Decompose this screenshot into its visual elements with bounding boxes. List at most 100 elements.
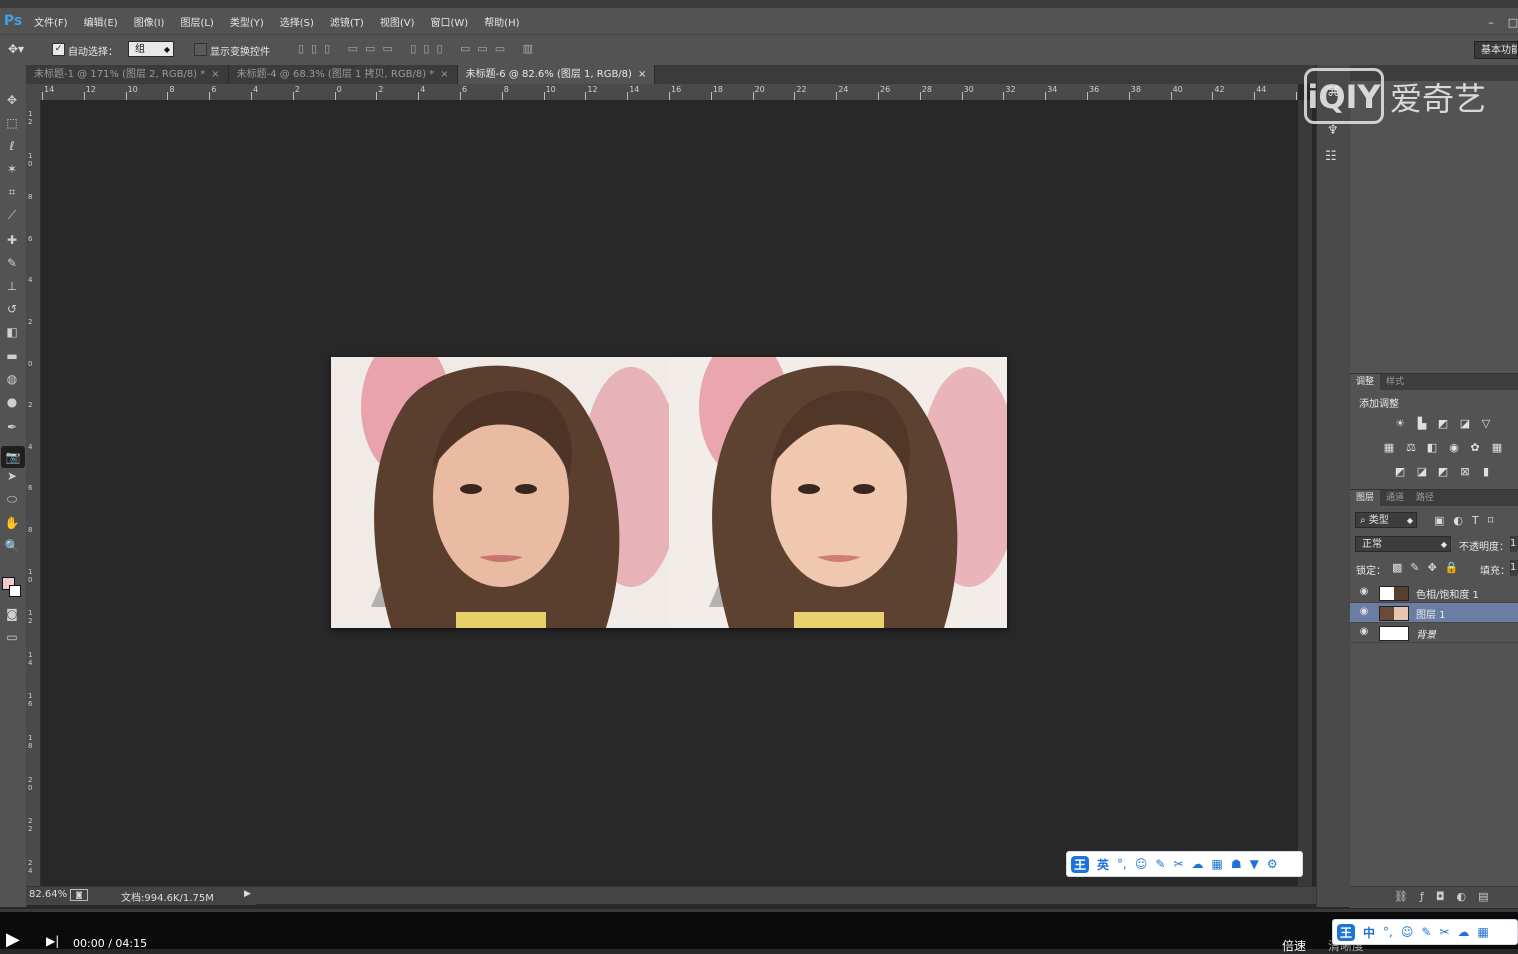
screen-mode-icon[interactable]: ▭: [2, 628, 22, 646]
workspace-switcher[interactable]: 基本功能: [1474, 41, 1518, 59]
hue-saturation-icon[interactable]: ▦: [1382, 442, 1396, 454]
zoom-tool-icon[interactable]: 🔍: [2, 537, 22, 555]
tab-adjustments[interactable]: 调整: [1350, 374, 1381, 390]
close-icon[interactable]: ×: [211, 69, 219, 80]
menu-image[interactable]: 图像(I): [126, 14, 173, 29]
progress-track[interactable]: [0, 909, 1518, 912]
layer-filter-dropdown[interactable]: ⌕ 类型 ◆: [1355, 512, 1417, 528]
color-balance-icon[interactable]: ⚖: [1404, 442, 1418, 454]
tab-untitled-6[interactable]: 未标题-6 @ 82.6% (图层 1, RGB/8) ×: [457, 65, 656, 84]
keyboard-icon[interactable]: ▦: [1478, 925, 1489, 939]
vertical-scrollbar[interactable]: [1298, 100, 1312, 886]
menu-type[interactable]: 类型(Y): [222, 14, 272, 29]
cloud-icon[interactable]: ☁: [1458, 925, 1470, 939]
tab-styles[interactable]: 样式: [1380, 374, 1410, 390]
emoji-icon[interactable]: ☺: [1401, 925, 1414, 939]
auto-select-checkbox[interactable]: ✓: [52, 43, 65, 56]
menu-layer[interactable]: 图层(L): [172, 14, 221, 29]
menu-window[interactable]: 窗口(W): [422, 14, 476, 29]
magic-wand-icon[interactable]: ✶: [2, 160, 22, 178]
properties-icon[interactable]: ☷: [1325, 149, 1337, 164]
ime-lang-toggle[interactable]: 英: [1097, 856, 1109, 873]
tab-untitled-1[interactable]: 未标题-1 @ 171% (图层 2, RGB/8) * ×: [26, 65, 229, 84]
next-icon[interactable]: ▶|: [46, 934, 59, 948]
lasso-tool-icon[interactable]: ℓ: [2, 137, 22, 155]
gradient-map-icon[interactable]: ▮: [1479, 466, 1493, 478]
fill-input[interactable]: 1: [1510, 560, 1518, 576]
photo-filter-icon[interactable]: ◉: [1447, 442, 1461, 454]
threshold-icon[interactable]: ◩: [1436, 466, 1450, 478]
close-icon[interactable]: ×: [638, 69, 646, 80]
user-icon[interactable]: ☗: [1231, 857, 1242, 871]
channel-mixer-icon[interactable]: ✿: [1468, 442, 1482, 454]
handwrite-icon[interactable]: ✎: [1421, 925, 1431, 939]
layer-row[interactable]: ◉ 色相/饱和度 1: [1350, 583, 1518, 603]
brightness-icon[interactable]: ☀: [1393, 418, 1407, 430]
layer-row[interactable]: ◉ 图层 1: [1350, 603, 1518, 623]
tab-untitled-4[interactable]: 未标题-4 @ 68.3% (图层 1 拷贝, RGB/8) * ×: [228, 65, 458, 84]
crop-tool-icon[interactable]: ⌗: [2, 183, 22, 201]
punctuation-icon[interactable]: °,: [1383, 925, 1393, 939]
menu-file[interactable]: 文件(F): [26, 14, 76, 29]
ellipse-tool-icon[interactable]: ⬭: [2, 490, 22, 508]
layer-row[interactable]: ◉ 背景: [1350, 623, 1518, 643]
gradient-tool-icon[interactable]: ▬: [2, 347, 22, 365]
black-white-icon[interactable]: ◧: [1425, 442, 1439, 454]
auto-select-dropdown[interactable]: 组 ◆: [128, 41, 174, 57]
vibrance-icon[interactable]: ▽: [1479, 418, 1493, 430]
speed-button[interactable]: 倍速: [1282, 937, 1306, 954]
curves-icon[interactable]: ◩: [1436, 418, 1450, 430]
stamp-tool-icon[interactable]: ⊥: [2, 277, 22, 295]
scissors-icon[interactable]: ✂: [1173, 857, 1183, 871]
move-tool-icon[interactable]: ✥: [2, 91, 22, 109]
arrow-right-icon[interactable]: ▶: [244, 889, 251, 899]
hand-tool-icon[interactable]: ✋: [2, 514, 22, 532]
background-color-swatch[interactable]: [9, 585, 21, 597]
maximize-button[interactable]: □: [1506, 16, 1518, 30]
menu-select[interactable]: 选择(S): [272, 14, 322, 29]
levels-icon[interactable]: ▙: [1415, 418, 1429, 430]
blur-tool-icon[interactable]: ◍: [2, 370, 22, 388]
cloud-icon[interactable]: ☁: [1192, 857, 1204, 871]
invert-icon[interactable]: ◩: [1393, 466, 1407, 478]
close-icon[interactable]: ×: [440, 69, 448, 80]
zoom-level[interactable]: 82.64%: [29, 889, 67, 900]
exposure-icon[interactable]: ◪: [1458, 418, 1472, 430]
share-icon[interactable]: ◙: [70, 889, 88, 901]
tab-paths[interactable]: 路径: [1410, 490, 1440, 506]
tab-channels[interactable]: 通道: [1380, 490, 1410, 506]
menu-edit[interactable]: 编辑(E): [76, 14, 126, 29]
brush-panel-icon[interactable]: ♆: [1327, 123, 1339, 138]
path-select-icon[interactable]: ➤: [2, 467, 22, 485]
keyboard-icon[interactable]: ▦: [1212, 857, 1223, 871]
layer-filter-icons[interactable]: ▣◐T⌑: [1434, 514, 1502, 527]
eye-icon[interactable]: ◉: [1358, 586, 1370, 598]
menu-filter[interactable]: 滤镜(T): [322, 14, 372, 29]
menu-help[interactable]: 帮助(H): [476, 14, 527, 29]
color-lookup-icon[interactable]: ▦: [1490, 442, 1504, 454]
history-brush-icon[interactable]: ↺: [2, 300, 22, 318]
emoji-icon[interactable]: ☺: [1135, 857, 1148, 871]
ime-lang-toggle[interactable]: 中: [1363, 924, 1375, 941]
minimize-button[interactable]: –: [1484, 16, 1498, 30]
move-tool-icon[interactable]: ✥▾: [8, 42, 24, 56]
tab-layers[interactable]: 图层: [1350, 490, 1381, 506]
eraser-tool-icon[interactable]: ◧: [2, 323, 22, 341]
marquee-tool-icon[interactable]: ⬚: [2, 114, 22, 132]
opacity-input[interactable]: 1: [1510, 536, 1518, 552]
ime-toolbar[interactable]: 王 英 °, ☺ ✎ ✂ ☁ ▦ ☗ ▼ ⚙: [1066, 851, 1303, 877]
camera-icon[interactable]: 📷: [1, 446, 25, 468]
posterize-icon[interactable]: ◪: [1415, 466, 1429, 478]
align-icons[interactable]: ▯▯▯ ▭▭▭ ▯▯▯ ▭▭▭ ▥: [298, 42, 540, 55]
gear-icon[interactable]: ⚙: [1267, 857, 1278, 871]
eye-icon[interactable]: ◉: [1358, 626, 1370, 638]
play-icon[interactable]: ▶: [6, 929, 20, 950]
show-transform-checkbox[interactable]: [194, 43, 207, 56]
lock-icons[interactable]: ▩✎✥🔒: [1392, 561, 1467, 574]
handwrite-icon[interactable]: ✎: [1155, 857, 1165, 871]
punctuation-icon[interactable]: °,: [1117, 857, 1127, 871]
dodge-tool-icon[interactable]: ●: [2, 393, 22, 411]
eye-icon[interactable]: ◉: [1358, 606, 1370, 618]
healing-brush-icon[interactable]: ✚: [2, 231, 22, 249]
quick-mask-icon[interactable]: ◙: [2, 605, 22, 623]
